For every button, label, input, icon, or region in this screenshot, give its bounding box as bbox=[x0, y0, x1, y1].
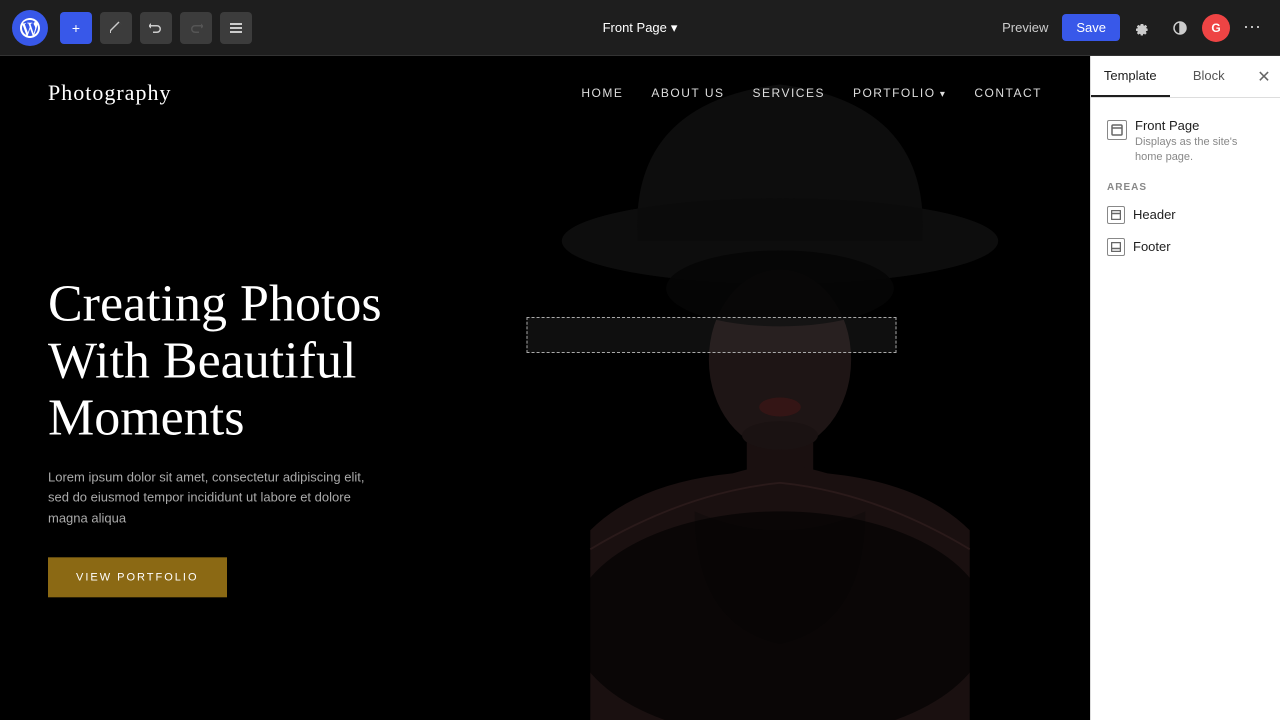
main-layout: Photography HOME ABOUT US SERVICES PORTF… bbox=[0, 56, 1280, 720]
wp-logo-icon bbox=[20, 18, 40, 38]
page-title-area: Front Page ▾ bbox=[603, 20, 678, 36]
front-page-desc: Displays as the site's home page. bbox=[1135, 135, 1264, 166]
add-block-button[interactable]: + bbox=[60, 12, 92, 44]
front-page-title: Front Page bbox=[1135, 118, 1264, 133]
footer-area-icon bbox=[1107, 238, 1125, 256]
tab-template[interactable]: Template bbox=[1091, 56, 1170, 97]
edit-button[interactable] bbox=[100, 12, 132, 44]
footer-label: Footer bbox=[1133, 239, 1171, 254]
undo-icon bbox=[149, 21, 163, 35]
menu-item-portfolio[interactable]: PORTFOLIO bbox=[853, 84, 946, 102]
list-view-button[interactable] bbox=[220, 12, 252, 44]
toolbar: + Front Page ▾ Preview Save bbox=[0, 0, 1280, 56]
areas-label: AREAS bbox=[1107, 182, 1264, 193]
menu-item-about[interactable]: ABOUT US bbox=[651, 84, 724, 102]
page-title-chevron: ▾ bbox=[671, 20, 678, 36]
canvas-area: Photography HOME ABOUT US SERVICES PORTF… bbox=[0, 56, 1090, 720]
site-navigation: Photography HOME ABOUT US SERVICES PORTF… bbox=[0, 56, 1090, 130]
hero-subtext[interactable]: Lorem ipsum dolor sit amet, consectetur … bbox=[48, 467, 388, 529]
hero-heading[interactable]: Creating Photos With Beautiful Moments bbox=[48, 275, 448, 447]
list-view-icon bbox=[229, 21, 243, 35]
color-scheme-button[interactable] bbox=[1164, 12, 1196, 44]
save-button[interactable]: Save bbox=[1062, 14, 1120, 41]
front-page-item: Front Page Displays as the site's home p… bbox=[1103, 110, 1268, 174]
sidebar-close-button[interactable]: ✕ bbox=[1248, 61, 1280, 93]
hero-cta-button[interactable]: VIEW PORTFOLIO bbox=[48, 557, 227, 597]
undo-button[interactable] bbox=[140, 12, 172, 44]
user-avatar[interactable]: G bbox=[1202, 14, 1230, 42]
settings-button[interactable] bbox=[1126, 12, 1158, 44]
wp-logo[interactable] bbox=[12, 10, 48, 46]
menu-item-home[interactable]: HOME bbox=[581, 84, 623, 102]
tab-block[interactable]: Block bbox=[1170, 56, 1249, 97]
header-area-icon bbox=[1107, 206, 1125, 224]
site-menu: HOME ABOUT US SERVICES PORTFOLIO CONTACT bbox=[581, 84, 1042, 102]
front-page-icon bbox=[1107, 120, 1127, 140]
sidebar-content: Front Page Displays as the site's home p… bbox=[1091, 98, 1280, 720]
page-title-text: Front Page bbox=[603, 20, 667, 35]
area-item-footer[interactable]: Footer bbox=[1103, 231, 1268, 263]
area-item-header[interactable]: Header bbox=[1103, 199, 1268, 231]
page-title-button[interactable]: Front Page ▾ bbox=[603, 20, 678, 36]
site-logo: Photography bbox=[48, 80, 171, 106]
header-label: Header bbox=[1133, 207, 1176, 222]
redo-button[interactable] bbox=[180, 12, 212, 44]
redo-icon bbox=[189, 21, 203, 35]
toolbar-right: Preview Save G ⋯ bbox=[994, 12, 1268, 44]
edit-icon bbox=[109, 21, 123, 35]
hero-content: Creating Photos With Beautiful Moments L… bbox=[48, 275, 448, 597]
more-options-button[interactable]: ⋯ bbox=[1236, 12, 1268, 44]
sidebar-tabs: Template Block ✕ bbox=[1091, 56, 1280, 98]
menu-item-contact[interactable]: CONTACT bbox=[974, 84, 1042, 102]
settings-icon bbox=[1134, 20, 1150, 36]
menu-item-services[interactable]: SERVICES bbox=[752, 84, 824, 102]
hero-model-image bbox=[530, 56, 1030, 720]
color-scheme-icon bbox=[1172, 20, 1188, 36]
right-sidebar: Template Block ✕ Front Page Displays as … bbox=[1090, 56, 1280, 720]
front-page-info: Front Page Displays as the site's home p… bbox=[1135, 118, 1264, 166]
preview-text-button[interactable]: Preview bbox=[994, 12, 1056, 44]
site-preview: Photography HOME ABOUT US SERVICES PORTF… bbox=[0, 56, 1090, 720]
